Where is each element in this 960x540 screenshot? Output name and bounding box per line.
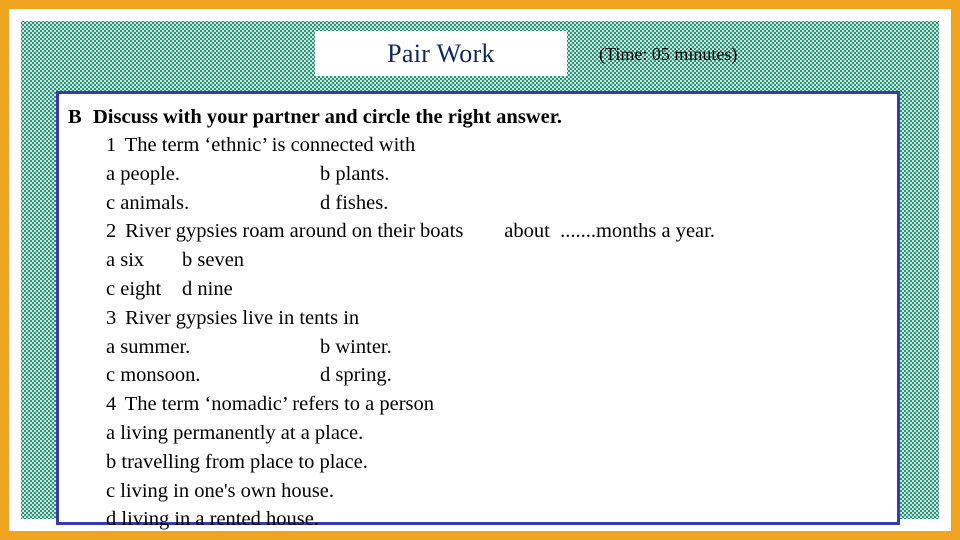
- question-stem: 3 River gypsies live in tents in: [68, 304, 897, 333]
- question-number: 2: [106, 220, 117, 243]
- title-box: Pair Work: [315, 31, 567, 76]
- question-block: 1 The term ‘ethnic’ is connected with a p…: [68, 131, 897, 217]
- answer-option[interactable]: c animals.: [106, 189, 320, 218]
- instruction-text: Discuss with your partner and circle the…: [93, 106, 563, 128]
- question-number: 1: [106, 134, 117, 156]
- instruction-letter: B: [68, 106, 82, 128]
- question-text: River gypsies roam around on their boats…: [120, 220, 715, 243]
- option-row: a six b seven: [68, 246, 897, 275]
- question-block: 4 The term ‘nomadic’ refers to a person a…: [68, 390, 897, 534]
- answer-option[interactable]: b travelling from place to place.: [106, 448, 368, 477]
- option-row: b travelling from place to place.: [68, 448, 897, 477]
- answer-option[interactable]: c monsoon.: [106, 361, 320, 390]
- question-number: 3: [106, 306, 117, 329]
- option-row: c animals. d fishes.: [68, 189, 897, 218]
- option-row: a people. b plants.: [68, 160, 897, 189]
- page-title: Pair Work: [387, 38, 495, 68]
- content-panel: B Discuss with your partner and circle t…: [56, 91, 900, 530]
- answer-option[interactable]: b winter.: [320, 333, 392, 362]
- answer-option[interactable]: d nine: [182, 275, 233, 304]
- slide-inner-gutter: Pair Work (Time: 05 minutes) B Discuss w…: [9, 9, 951, 531]
- option-row: c monsoon. d spring.: [68, 361, 897, 390]
- slide-header: Pair Work (Time: 05 minutes): [21, 25, 939, 81]
- answer-option[interactable]: a summer.: [106, 333, 320, 362]
- question-text: The term ‘ethnic’ is connected with: [120, 134, 416, 156]
- question-block: 3 River gypsies live in tents in a summer…: [68, 304, 897, 390]
- answer-option[interactable]: d spring.: [320, 361, 392, 390]
- question-list: 1 The term ‘ethnic’ is connected with a p…: [59, 131, 897, 534]
- question-number: 4: [106, 393, 117, 416]
- answer-option[interactable]: b plants.: [320, 160, 389, 189]
- answer-option[interactable]: d living in a rented house.: [106, 505, 319, 534]
- question-block: 2 River gypsies roam around on their boa…: [68, 217, 897, 303]
- question-text: River gypsies live in tents in: [120, 306, 360, 329]
- option-row: a living permanently at a place.: [68, 419, 897, 448]
- option-row: c eight d nine: [68, 275, 897, 304]
- question-stem: 4 The term ‘nomadic’ refers to a person: [68, 390, 897, 419]
- answer-option[interactable]: a six: [106, 246, 182, 275]
- time-note: (Time: 05 minutes): [599, 44, 738, 64]
- question-stem: 2 River gypsies roam around on their boa…: [68, 217, 897, 246]
- answer-option[interactable]: c eight: [106, 275, 182, 304]
- answer-option[interactable]: d fishes.: [320, 189, 388, 218]
- instruction-line: B Discuss with your partner and circle t…: [59, 103, 897, 131]
- option-row: d living in a rented house.: [68, 505, 897, 534]
- answer-option[interactable]: c living in one's own house.: [106, 477, 334, 506]
- slide: Pair Work (Time: 05 minutes) B Discuss w…: [0, 0, 960, 540]
- dotted-background: Pair Work (Time: 05 minutes) B Discuss w…: [21, 21, 939, 530]
- option-row: a summer. b winter.: [68, 333, 897, 362]
- question-stem: 1 The term ‘ethnic’ is connected with: [68, 131, 897, 160]
- question-text: The term ‘nomadic’ refers to a person: [120, 393, 435, 416]
- option-row: c living in one's own house.: [68, 477, 897, 506]
- answer-option[interactable]: a people.: [106, 160, 320, 189]
- answer-option[interactable]: a living permanently at a place.: [106, 419, 363, 448]
- answer-option[interactable]: b seven: [182, 246, 244, 275]
